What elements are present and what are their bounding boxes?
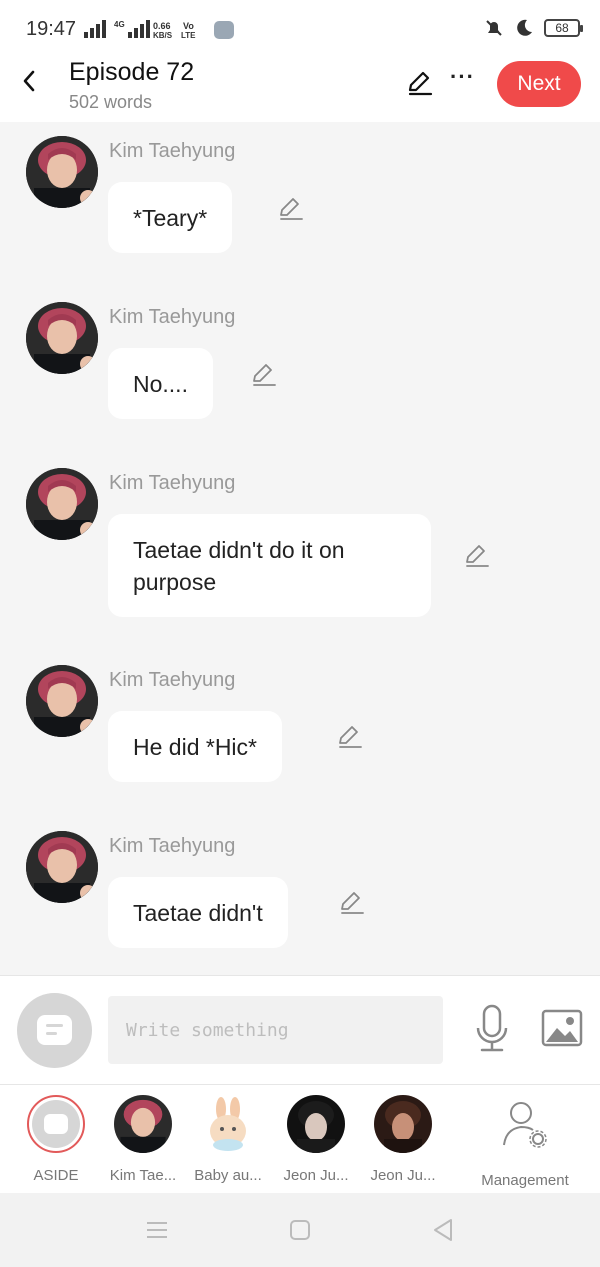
moon-icon <box>517 19 532 36</box>
person-settings-icon <box>503 1102 547 1148</box>
battery-icon: 68 <box>544 19 583 37</box>
message-bubble[interactable]: Taetae didn't do it on purpose <box>108 514 431 617</box>
message-bubble[interactable]: He did *Hic* <box>108 711 282 782</box>
back-arrow-icon[interactable] <box>16 66 46 96</box>
avatar <box>374 1095 432 1153</box>
word-count: 502 words <box>69 92 153 112</box>
status-bar: 19:47 4G 0.66 KB/S Vo LTE 68 <box>0 0 600 58</box>
edit-message-icon[interactable] <box>277 195 305 223</box>
home-icon[interactable] <box>285 1215 315 1245</box>
sender-name: Kim Taehyung <box>109 306 236 328</box>
avatar[interactable] <box>26 468 98 540</box>
character-name: Management <box>481 1172 569 1189</box>
chat-area[interactable]: Kim Taehyung *Teary* Kim Taehyung No....… <box>0 122 600 975</box>
avatar[interactable] <box>26 136 98 208</box>
character-name: ASIDE <box>33 1167 79 1184</box>
avatar[interactable] <box>26 302 98 374</box>
character-aside[interactable]: ASIDE <box>11 1095 101 1184</box>
edit-message-icon[interactable] <box>338 889 366 917</box>
sender-name: Kim Taehyung <box>109 669 236 691</box>
message-input[interactable] <box>108 996 443 1064</box>
signal-icon <box>84 20 106 38</box>
management-button[interactable]: Management <box>473 1095 577 1189</box>
message-bubble[interactable]: *Teary* <box>108 182 233 253</box>
volte-label-top: Vo <box>183 21 194 31</box>
message-bubble[interactable]: Taetae didn't <box>108 877 288 948</box>
volte-label-bottom: LTE <box>181 31 196 40</box>
aside-toggle-icon[interactable] <box>17 993 92 1068</box>
app-notification-icon <box>214 21 234 39</box>
avatar[interactable] <box>26 831 98 903</box>
character-item[interactable]: Jeon Ju... <box>271 1095 361 1184</box>
network-speed-unit: KB/S <box>153 31 173 40</box>
bunny-avatar <box>199 1095 257 1153</box>
character-item[interactable]: Jeon Ju... <box>358 1095 448 1184</box>
character-item[interactable]: Baby au... <box>183 1095 273 1184</box>
next-button[interactable]: Next <box>497 61 581 107</box>
message-bubble[interactable]: No.... <box>108 348 213 419</box>
menu-icon[interactable] <box>142 1215 172 1245</box>
network-type: 4G <box>114 20 125 29</box>
image-icon[interactable] <box>540 1008 584 1048</box>
clock: 19:47 <box>26 18 77 40</box>
message-composer <box>0 975 600 1085</box>
character-bar: ASIDE Kim Tae... Baby au... Jeon Ju... J… <box>0 1085 600 1193</box>
app-header: Episode 72 502 words ··· Next <box>0 58 600 122</box>
character-name: Jeon Ju... <box>370 1167 436 1184</box>
aside-icon <box>27 1095 85 1153</box>
microphone-icon[interactable] <box>472 1004 512 1054</box>
character-name: Jeon Ju... <box>283 1167 349 1184</box>
edit-message-icon[interactable] <box>463 542 491 570</box>
more-icon[interactable]: ··· <box>450 64 475 90</box>
avatar <box>287 1095 345 1153</box>
signal-icon <box>128 20 150 38</box>
system-nav-bar <box>0 1193 600 1267</box>
page-title: Episode 72 <box>69 58 195 86</box>
sender-name: Kim Taehyung <box>109 472 236 494</box>
sender-name: Kim Taehyung <box>109 835 236 857</box>
character-name: Baby au... <box>194 1167 262 1184</box>
edit-message-icon[interactable] <box>250 361 278 389</box>
back-triangle-icon[interactable] <box>428 1215 458 1245</box>
avatar <box>114 1095 172 1153</box>
character-name: Kim Tae... <box>109 1167 177 1184</box>
avatar[interactable] <box>26 665 98 737</box>
edit-message-icon[interactable] <box>336 723 364 751</box>
mute-icon <box>486 20 502 36</box>
character-item[interactable]: Kim Tae... <box>98 1095 188 1184</box>
network-speed-value: 0.66 <box>153 21 171 31</box>
pencil-icon[interactable] <box>404 68 434 98</box>
sender-name: Kim Taehyung <box>109 140 236 162</box>
